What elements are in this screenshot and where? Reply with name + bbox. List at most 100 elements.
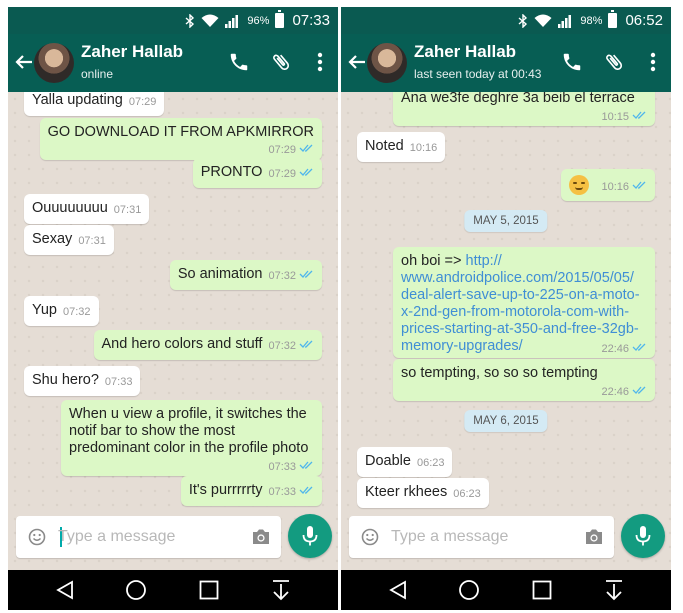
nav-back-icon[interactable] (54, 579, 76, 601)
contact-status: last seen today at 00:43 (414, 67, 542, 81)
message-text: Doable (365, 453, 411, 469)
read-ticks-icon (299, 486, 313, 494)
message-bubble[interactable]: And hero colors and stuff 07:32 (93, 330, 322, 360)
message-bubble[interactable]: so tempting, so so so tempting 22:46 (393, 359, 655, 401)
battery-percent: 98% (580, 14, 603, 27)
read-ticks-icon (299, 144, 313, 152)
battery-percent: 96% (247, 14, 270, 27)
attach-icon[interactable] (603, 51, 625, 73)
message-bubble[interactable]: So animation 07:32 (169, 260, 322, 290)
message-time: 07:33 (268, 461, 296, 473)
message-text: Shu hero? (32, 372, 99, 388)
message-line: notif bar to show the most (69, 423, 236, 439)
call-icon[interactable] (561, 51, 583, 73)
message-time: 07:29 (128, 96, 157, 108)
contact-name[interactable]: Zaher Hallab (414, 42, 516, 62)
read-ticks-icon (632, 343, 646, 351)
nav-home-icon[interactable] (458, 579, 480, 601)
message-text: So animation (177, 266, 263, 282)
message-time: 10:15 (601, 111, 629, 123)
message-bubble[interactable]: Yalla updating 07:29 (24, 92, 165, 116)
read-ticks-icon (299, 270, 313, 278)
nav-back-icon[interactable] (387, 579, 409, 601)
message-input[interactable] (391, 526, 571, 548)
message-time: 07:33 (104, 376, 133, 388)
message-text: Noted (365, 138, 404, 154)
read-ticks-icon (299, 340, 313, 348)
message-bubble[interactable]: Sexay 07:31 (24, 225, 114, 255)
message-list[interactable]: Yalla updating 07:29 GO DOWNLOAD IT FROM … (8, 92, 338, 563)
message-meta: 07:33 (69, 459, 314, 473)
message-bubble[interactable]: PRONTO 07:29 (192, 158, 322, 188)
message-link[interactable]: deal-alert-save-up-to-225-on-a-moto- (401, 287, 647, 304)
message-text: It's purrrrrty (188, 482, 263, 498)
message-bubble[interactable]: Yup 07:32 (24, 296, 99, 326)
attach-icon[interactable] (270, 51, 292, 73)
status-clock: 07:33 (292, 12, 330, 29)
camera-icon[interactable] (584, 528, 604, 546)
message-bubble[interactable]: Ouuuuuuuu 07:31 (24, 194, 150, 224)
message-time: 07:31 (78, 235, 106, 247)
nav-down-icon[interactable] (270, 579, 292, 601)
nav-recents-icon[interactable] (198, 579, 220, 601)
read-ticks-icon (632, 111, 646, 119)
nav-down-icon[interactable] (603, 579, 625, 601)
battery-icon (608, 10, 618, 28)
message-meta: 07:29 (48, 141, 314, 156)
mic-icon (635, 526, 651, 546)
message-time: 06:23 (416, 457, 445, 469)
read-ticks-icon (299, 461, 313, 469)
message-bubble[interactable]: Kteer rkhees 06:23 (357, 478, 489, 508)
more-icon[interactable] (643, 51, 663, 73)
message-time: 07:31 (113, 204, 142, 216)
back-arrow-icon[interactable] (345, 50, 369, 74)
more-icon[interactable] (310, 51, 330, 73)
avatar[interactable] (367, 43, 407, 83)
message-bubble[interactable]: Shu hero? 07:33 (24, 366, 141, 396)
mic-button[interactable] (288, 514, 332, 558)
message-bubble[interactable]: GO DOWNLOAD IT FROM APKMIRROR 07:29 (39, 118, 322, 160)
message-text: Kteer rkhees (365, 484, 448, 500)
emoji-icon[interactable] (361, 528, 379, 546)
compose-field-container[interactable] (349, 516, 614, 558)
message-input[interactable] (58, 526, 238, 548)
message-link[interactable]: prices-starting-at-350-and-free-32gb- (401, 321, 647, 338)
message-text: Sexay (32, 231, 73, 247)
back-arrow-icon[interactable] (12, 50, 36, 74)
battery-icon (275, 10, 285, 28)
message-bubble[interactable]: 10:16 (561, 169, 655, 201)
message-list[interactable]: Ana we3fe deghre 3a beib el terrace 10:1… (341, 92, 671, 563)
message-link[interactable]: x-2nd-gen-from-motorola-com-with- (401, 304, 647, 321)
signal-icon (225, 14, 239, 28)
message-bubble[interactable]: Noted 10:16 (357, 132, 446, 162)
contact-status: online (81, 67, 114, 81)
message-bubble[interactable]: When u view a profile, it switches the n… (61, 400, 322, 476)
mic-button[interactable] (621, 514, 665, 558)
contact-name[interactable]: Zaher Hallab (81, 42, 183, 62)
message-bubble[interactable]: oh boi => http:// www.androidpolice.com/… (393, 247, 655, 358)
bluetooth-icon (518, 13, 528, 28)
message-bubble[interactable]: It's purrrrrty 07:33 (180, 476, 322, 506)
compose-field-container[interactable] (16, 516, 281, 558)
call-icon[interactable] (228, 51, 250, 73)
wifi-icon (201, 14, 219, 27)
nav-home-icon[interactable] (125, 579, 147, 601)
wifi-icon (534, 14, 552, 27)
message-time: 07:32 (63, 306, 91, 318)
avatar[interactable] (34, 43, 74, 83)
read-ticks-icon (632, 386, 646, 394)
message-text: And hero colors and stuff (101, 336, 263, 352)
message-link[interactable]: www.androidpolice.com/2015/05/05/ (401, 270, 647, 287)
message-line: predominant color in the profile photo (69, 440, 309, 456)
message-bubble[interactable]: Ana we3fe deghre 3a beib el terrace 10:1… (393, 92, 655, 126)
message-bubble[interactable]: Doable 06:23 (357, 447, 453, 477)
message-text: Yup (32, 302, 57, 318)
message-text: PRONTO (200, 164, 263, 180)
mic-icon (302, 526, 318, 546)
camera-icon[interactable] (251, 528, 271, 546)
message-link[interactable]: http:// (466, 253, 502, 269)
nav-recents-icon[interactable] (531, 579, 553, 601)
emoji-icon[interactable] (28, 528, 46, 546)
message-time: 22:46 (601, 386, 629, 398)
read-ticks-icon (632, 181, 646, 189)
